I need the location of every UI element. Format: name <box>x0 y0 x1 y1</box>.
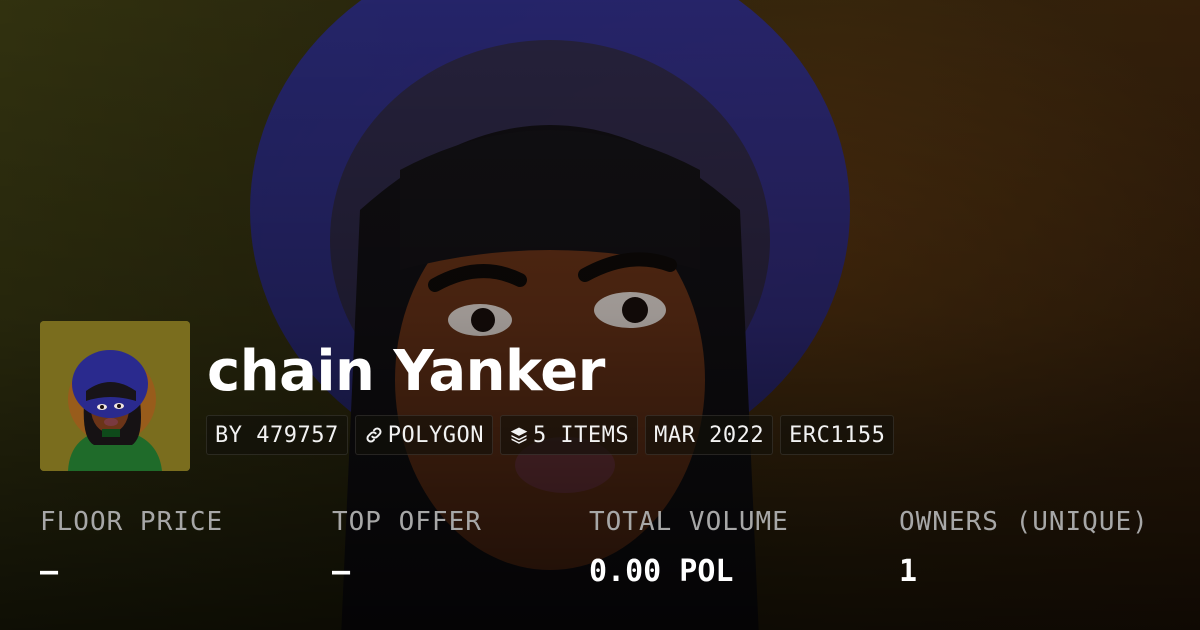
stat-value: – <box>332 554 351 589</box>
stat-label: TOP OFFER <box>332 507 482 537</box>
stat-total-volume: TOTAL VOLUME 0.00 POL <box>589 505 789 590</box>
stat-label: OWNERS (UNIQUE) <box>899 507 1149 537</box>
chain-tag[interactable]: POLYGON <box>354 415 493 455</box>
collection-card: chain Yanker BY 479757 POLYGON 5 ITEMS M… <box>0 0 1200 630</box>
collection-title: chain Yanker <box>207 339 605 404</box>
chain-label: POLYGON <box>387 422 484 448</box>
stat-owners: OWNERS (UNIQUE) 1 <box>899 505 1149 590</box>
link-icon <box>366 427 382 443</box>
creator-tag[interactable]: BY 479757 <box>206 415 348 455</box>
date-tag: MAR 2022 <box>645 415 774 455</box>
stat-label: TOTAL VOLUME <box>589 507 789 537</box>
standard-tag: ERC1155 <box>780 415 895 455</box>
avatar-illustration <box>40 321 190 471</box>
stat-label: FLOOR PRICE <box>40 507 224 537</box>
stat-value: 0.00 POL <box>589 554 734 589</box>
layers-icon <box>510 427 528 444</box>
stat-value: 1 <box>899 554 918 589</box>
stat-value: – <box>40 554 59 589</box>
standard-label: ERC1155 <box>789 422 886 448</box>
creator-label: BY 479757 <box>215 422 339 448</box>
date-label: MAR 2022 <box>654 422 765 448</box>
items-label: 5 ITEMS <box>532 422 630 448</box>
stat-floor-price: FLOOR PRICE – <box>40 505 223 590</box>
collection-tags: BY 479757 POLYGON 5 ITEMS MAR 2022 ERC11… <box>206 415 895 455</box>
items-tag[interactable]: 5 ITEMS <box>499 415 639 455</box>
collection-avatar[interactable] <box>40 321 190 471</box>
stat-top-offer: TOP OFFER – <box>332 505 482 590</box>
